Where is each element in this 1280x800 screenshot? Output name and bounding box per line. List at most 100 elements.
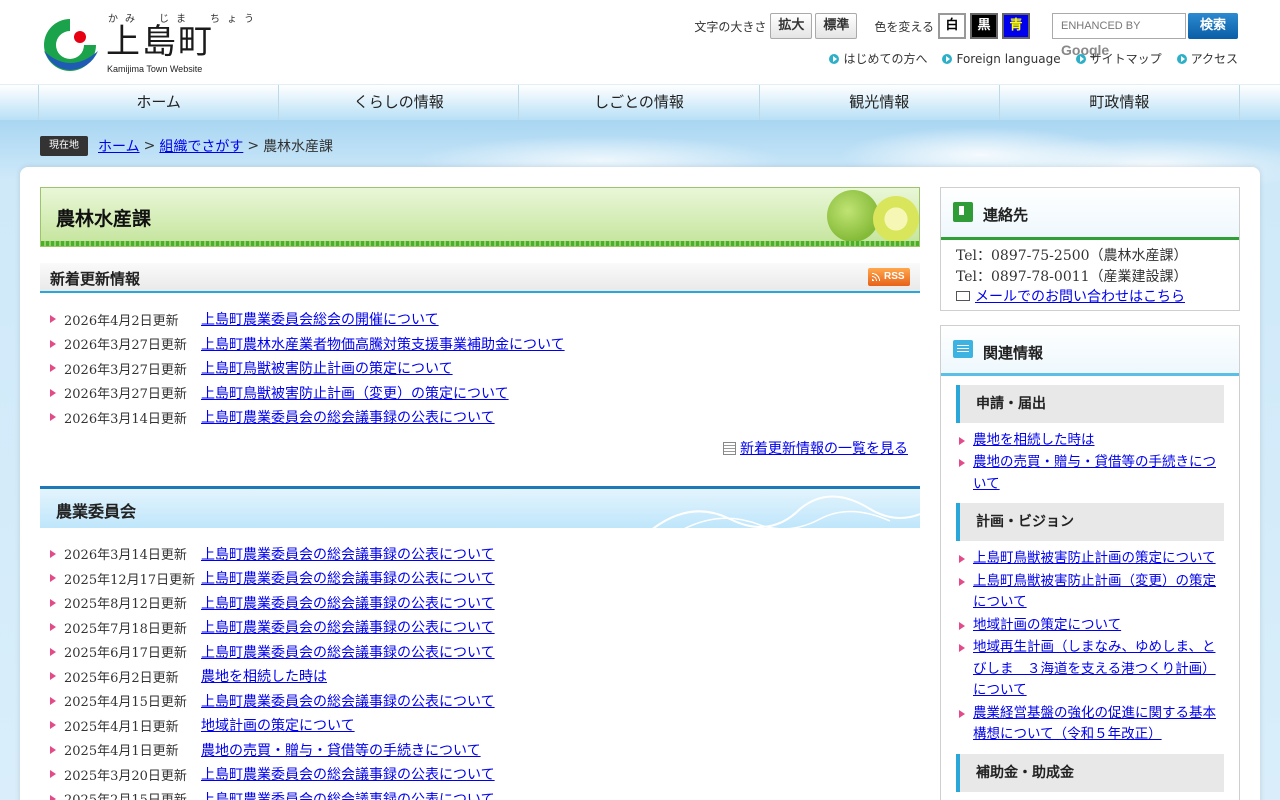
sublink-access[interactable]: アクセス <box>1176 50 1238 67</box>
triangle-bullet-icon <box>50 672 56 681</box>
related-link[interactable]: 農業経営基盤の強化の促進に関する基本構想について（令和５年改正） <box>973 703 1224 746</box>
related-link[interactable]: 地域再生計画（しまなみ、ゆめしま、とびしま ３海道を支える港つくり計画）について <box>973 637 1224 702</box>
site-header: かみ じま ちょう 上島町 Kamijima Town Website 文字の大… <box>0 0 1280 84</box>
committee-link[interactable]: 上島町農業委員会の総会議事録の公表について <box>201 617 495 637</box>
color-black-button[interactable]: 黒 <box>970 13 998 39</box>
news-link[interactable]: 上島町鳥獣被害防止計画の策定について <box>201 358 453 378</box>
breadcrumb-home[interactable]: ホーム <box>98 136 140 156</box>
color-white-button[interactable]: 白 <box>938 13 966 39</box>
page-title-banner: 農林水産課 <box>40 187 920 247</box>
contact-mail-link[interactable]: メールでのお問い合わせはこちら <box>975 289 1185 305</box>
breadcrumb-org[interactable]: 組織でさがす <box>159 136 243 156</box>
main-content: 農林水産課 新着更新情報 RSS 2026年4月2日更新 上島町農業委員会総会の開… <box>40 187 920 800</box>
list-item: 2025年6月17日更新 上島町農業委員会の総会議事録の公表について <box>40 640 920 665</box>
header-sublinks: はじめての方へ Foreign language サイトマップ アクセス <box>814 50 1238 67</box>
list-item: 農地の売買・贈与・貸借等の手続きについて <box>956 452 1224 495</box>
news-more-link[interactable]: 新着更新情報の一覧を見る <box>740 441 908 457</box>
related-link[interactable]: 上島町鳥獣被害防止計画（変更）の策定について <box>973 571 1224 614</box>
list-icon <box>723 441 736 455</box>
related-link[interactable]: 上島町鳥獣被害防止計画の策定について <box>973 548 1216 570</box>
committee-link[interactable]: 上島町農業委員会の総会議事録の公表について <box>201 593 495 613</box>
sublink-sitemap[interactable]: サイトマップ <box>1075 50 1162 67</box>
list-item: 2026年4月2日更新 上島町農業委員会総会の開催について <box>40 307 920 332</box>
contact-heading: 連絡先 <box>983 206 1029 224</box>
committee-link[interactable]: 上島町農業委員会の総会議事録の公表について <box>201 789 495 800</box>
committee-link[interactable]: 上島町農業委員会の総会議事録の公表について <box>201 568 495 588</box>
news-link[interactable]: 上島町鳥獣被害防止計画（変更）の策定について <box>201 383 509 403</box>
triangle-bullet-icon <box>959 555 965 563</box>
triangle-bullet-icon <box>50 647 56 656</box>
list-item: 2025年4月1日更新 農地の売買・贈与・貸借等の手続きについて <box>40 738 920 763</box>
site-logo[interactable]: かみ じま ちょう 上島町 Kamijima Town Website <box>40 10 254 76</box>
nav-tourism[interactable]: 観光情報 <box>760 85 1000 121</box>
speech-bubble-icon <box>953 339 973 358</box>
font-size-label: 文字の大きさ <box>694 19 767 34</box>
triangle-bullet-icon <box>50 574 56 583</box>
list-item: 2025年7月18日更新 上島町農業委員会の総会議事録の公表について <box>40 615 920 640</box>
nav-home[interactable]: ホーム <box>39 85 280 121</box>
list-item: 上島町鳥獣被害防止計画（変更）の策定について <box>956 571 1224 614</box>
search-input[interactable]: ENHANCED BY Google <box>1052 13 1186 58</box>
triangle-bullet-icon <box>50 598 56 607</box>
news-link[interactable]: 上島町農業委員会総会の開催について <box>201 309 439 329</box>
related-heading: 関連情報 <box>983 343 1044 362</box>
list-item: 農地を相続した時は <box>956 430 1224 452</box>
related-link[interactable]: 農地の売買・贈与・貸借等の手続きについて <box>973 452 1224 495</box>
category-plans-list: 上島町鳥獣被害防止計画の策定について 上島町鳥獣被害防止計画（変更）の策定につい… <box>956 541 1224 754</box>
sublink-foreign-language[interactable]: Foreign language <box>942 50 1061 67</box>
list-item: 地域再生計画（しまなみ、ゆめしま、とびしま ３海道を支える港つくり計画）について <box>956 637 1224 702</box>
contact-tel-2: Tel：0897-78-0011（産業建設課） <box>956 268 1188 285</box>
search-prefix: ENHANCED BY <box>1061 20 1141 32</box>
search-button[interactable]: 検索 <box>1188 13 1238 39</box>
font-standard-button[interactable]: 標準 <box>815 13 858 39</box>
list-item: 2026年3月27日更新 上島町鳥獣被害防止計画の策定について <box>40 356 920 381</box>
news-link[interactable]: 上島町農林水産業者物価高騰対策支援事業補助金について <box>201 334 565 354</box>
sublink-first-visit[interactable]: はじめての方へ <box>829 50 927 67</box>
list-item: 2026年3月14日更新 上島町農業委員会の総会議事録の公表について <box>40 405 920 430</box>
triangle-bullet-icon <box>959 577 965 586</box>
logo-name: 上島町 <box>106 22 214 62</box>
committee-link[interactable]: 農地を相続した時は <box>201 666 327 686</box>
list-item: 地域計画の策定について <box>956 615 1224 637</box>
color-label: 色を変える <box>874 19 934 34</box>
committee-link[interactable]: 上島町農業委員会の総会議事録の公表について <box>201 691 495 711</box>
logo-subtitle: Kamijima Town Website <box>107 64 203 74</box>
mail-icon <box>956 291 970 301</box>
contact-tel-1: Tel：0897-75-2500（農林水産課） <box>956 248 1188 264</box>
arrow-circle-icon <box>942 53 953 64</box>
news-more: 新着更新情報の一覧を見る <box>40 438 908 458</box>
news-heading: 新着更新情報 <box>50 270 141 288</box>
contact-box: 連絡先 Tel：0897-75-2500（農林水産課） Tel：0897-78-… <box>940 187 1240 311</box>
list-item: 農業経営基盤の強化の促進に関する基本構想について（令和５年改正） <box>956 703 1224 746</box>
triangle-bullet-icon <box>50 794 56 800</box>
rss-button[interactable]: RSS <box>868 268 910 286</box>
list-item: 2025年4月1日更新 地域計画の策定について <box>40 713 920 738</box>
committee-link[interactable]: 地域計画の策定について <box>201 715 355 735</box>
list-item: 2025年12月17日更新 上島町農業委員会の総会議事録の公表について <box>40 566 920 591</box>
related-link[interactable]: 地域計画の策定について <box>973 615 1121 637</box>
info-icon <box>953 202 973 222</box>
breadcrumb: 現在地 ホーム > 組織でさがす > 農林水産課 <box>40 135 333 157</box>
accessibility-tools: 文字の大きさ 拡大 標準 色を変える 白 黒 青 ENHANCED BY Goo… <box>694 12 1238 58</box>
list-item: 2025年6月2日更新 農地を相続した時は <box>40 664 920 689</box>
nav-living[interactable]: くらしの情報 <box>279 85 520 121</box>
committee-link[interactable]: 農地の売買・贈与・貸借等の手続きについて <box>201 740 481 760</box>
font-enlarge-button[interactable]: 拡大 <box>770 13 813 39</box>
triangle-bullet-icon <box>50 364 56 373</box>
committee-link[interactable]: 上島町農業委員会の総会議事録の公表について <box>201 764 495 784</box>
category-subsidies: 補助金・助成金 <box>956 753 1224 792</box>
committee-link[interactable]: 上島町農業委員会の総会議事録の公表について <box>201 544 495 564</box>
list-item: 2025年2月15日更新上島町農業委員会の総会議事録の公表について <box>40 787 920 800</box>
triangle-bullet-icon <box>959 644 965 652</box>
page-title: 農林水産課 <box>56 208 152 230</box>
related-link[interactable]: 農地を相続した時は <box>973 430 1095 452</box>
news-link[interactable]: 上島町農業委員会の総会議事録の公表について <box>201 407 495 427</box>
nav-government[interactable]: 町政情報 <box>1000 85 1241 121</box>
committee-section-header: 農業委員会 <box>40 485 920 528</box>
contact-mail-row: メールでのお問い合わせはこちら <box>956 287 1239 308</box>
nav-business[interactable]: しごとの情報 <box>519 85 760 121</box>
triangle-bullet-icon <box>50 339 56 348</box>
committee-link[interactable]: 上島町農業委員会の総会議事録の公表について <box>201 642 495 662</box>
color-blue-button[interactable]: 青 <box>1002 13 1030 39</box>
list-item: 2026年3月27日更新 上島町農林水産業者物価高騰対策支援事業補助金について <box>40 332 920 357</box>
